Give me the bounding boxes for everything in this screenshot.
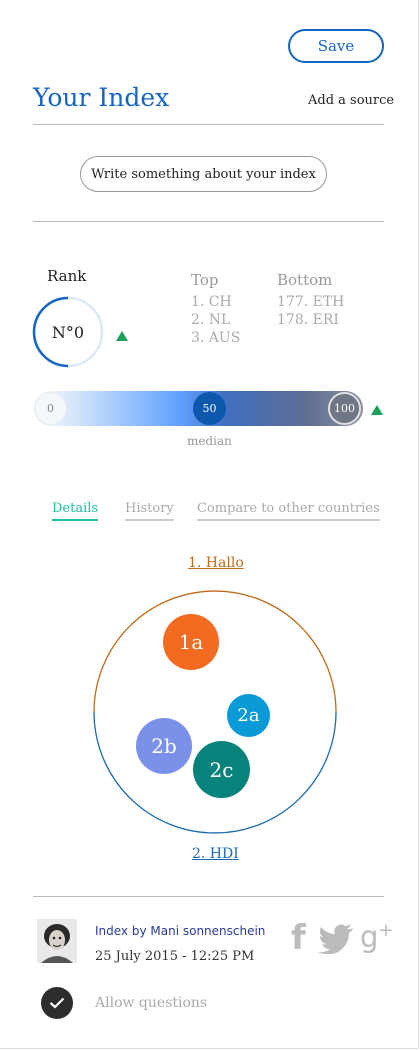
tab-history[interactable]: History — [125, 501, 174, 521]
rank-trend-up-icon — [116, 331, 128, 341]
top-item: 2. NL — [191, 312, 231, 328]
bottom-heading: Bottom — [277, 271, 333, 289]
median-caption: median — [187, 434, 232, 448]
top-column: Top 1. CH 2. NL 3. AUS — [191, 271, 240, 347]
avatar — [37, 919, 77, 963]
write-description-button[interactable]: Write something about your index — [80, 156, 327, 192]
divider — [33, 124, 384, 125]
save-button[interactable]: Save — [288, 29, 384, 63]
scale-max-knob: 100 — [328, 392, 361, 425]
bubble-1a[interactable]: 1a — [163, 614, 219, 670]
bubble-2b[interactable]: 2b — [136, 718, 192, 774]
rank-label: Rank — [47, 267, 87, 285]
index-composition-diagram — [93, 590, 337, 834]
tab-compare[interactable]: Compare to other countries — [197, 501, 380, 521]
divider — [33, 896, 384, 897]
divider — [33, 221, 384, 222]
scale-median-knob[interactable]: 50 — [193, 392, 226, 425]
twitter-icon[interactable] — [318, 924, 354, 954]
bottom-item: 177. ETH — [277, 294, 345, 310]
scale-trend-up-icon — [371, 405, 383, 415]
component-1-link[interactable]: 1. Hallo — [188, 555, 244, 571]
component-2-link[interactable]: 2. HDI — [192, 846, 239, 862]
bubble-2a[interactable]: 2a — [227, 694, 270, 737]
scale-min-knob: 0 — [34, 392, 67, 425]
add-source-link[interactable]: Add a source — [308, 93, 394, 108]
top-heading: Top — [191, 271, 219, 289]
google-plus-icon[interactable]: g+ — [360, 920, 394, 954]
author-date: 25 July 2015 - 12:25 PM — [95, 949, 255, 964]
bubble-2c[interactable]: 2c — [193, 741, 250, 798]
checkmark-icon — [49, 997, 65, 1009]
page-title: Your Index — [33, 83, 170, 112]
top-item: 1. CH — [191, 294, 232, 310]
rank-value: N°0 — [51, 322, 85, 342]
allow-questions-label: Allow questions — [95, 995, 208, 1011]
author-byline[interactable]: Index by Mani sonnenschein — [95, 924, 265, 938]
allow-questions-checkbox[interactable] — [41, 987, 73, 1019]
tab-details[interactable]: Details — [52, 501, 99, 521]
bottom-item: 178. ERI — [277, 312, 339, 328]
facebook-icon[interactable]: f — [291, 918, 306, 958]
bottom-column: Bottom 177. ETH 178. ERI — [277, 271, 344, 329]
top-item: 3. AUS — [191, 330, 241, 346]
